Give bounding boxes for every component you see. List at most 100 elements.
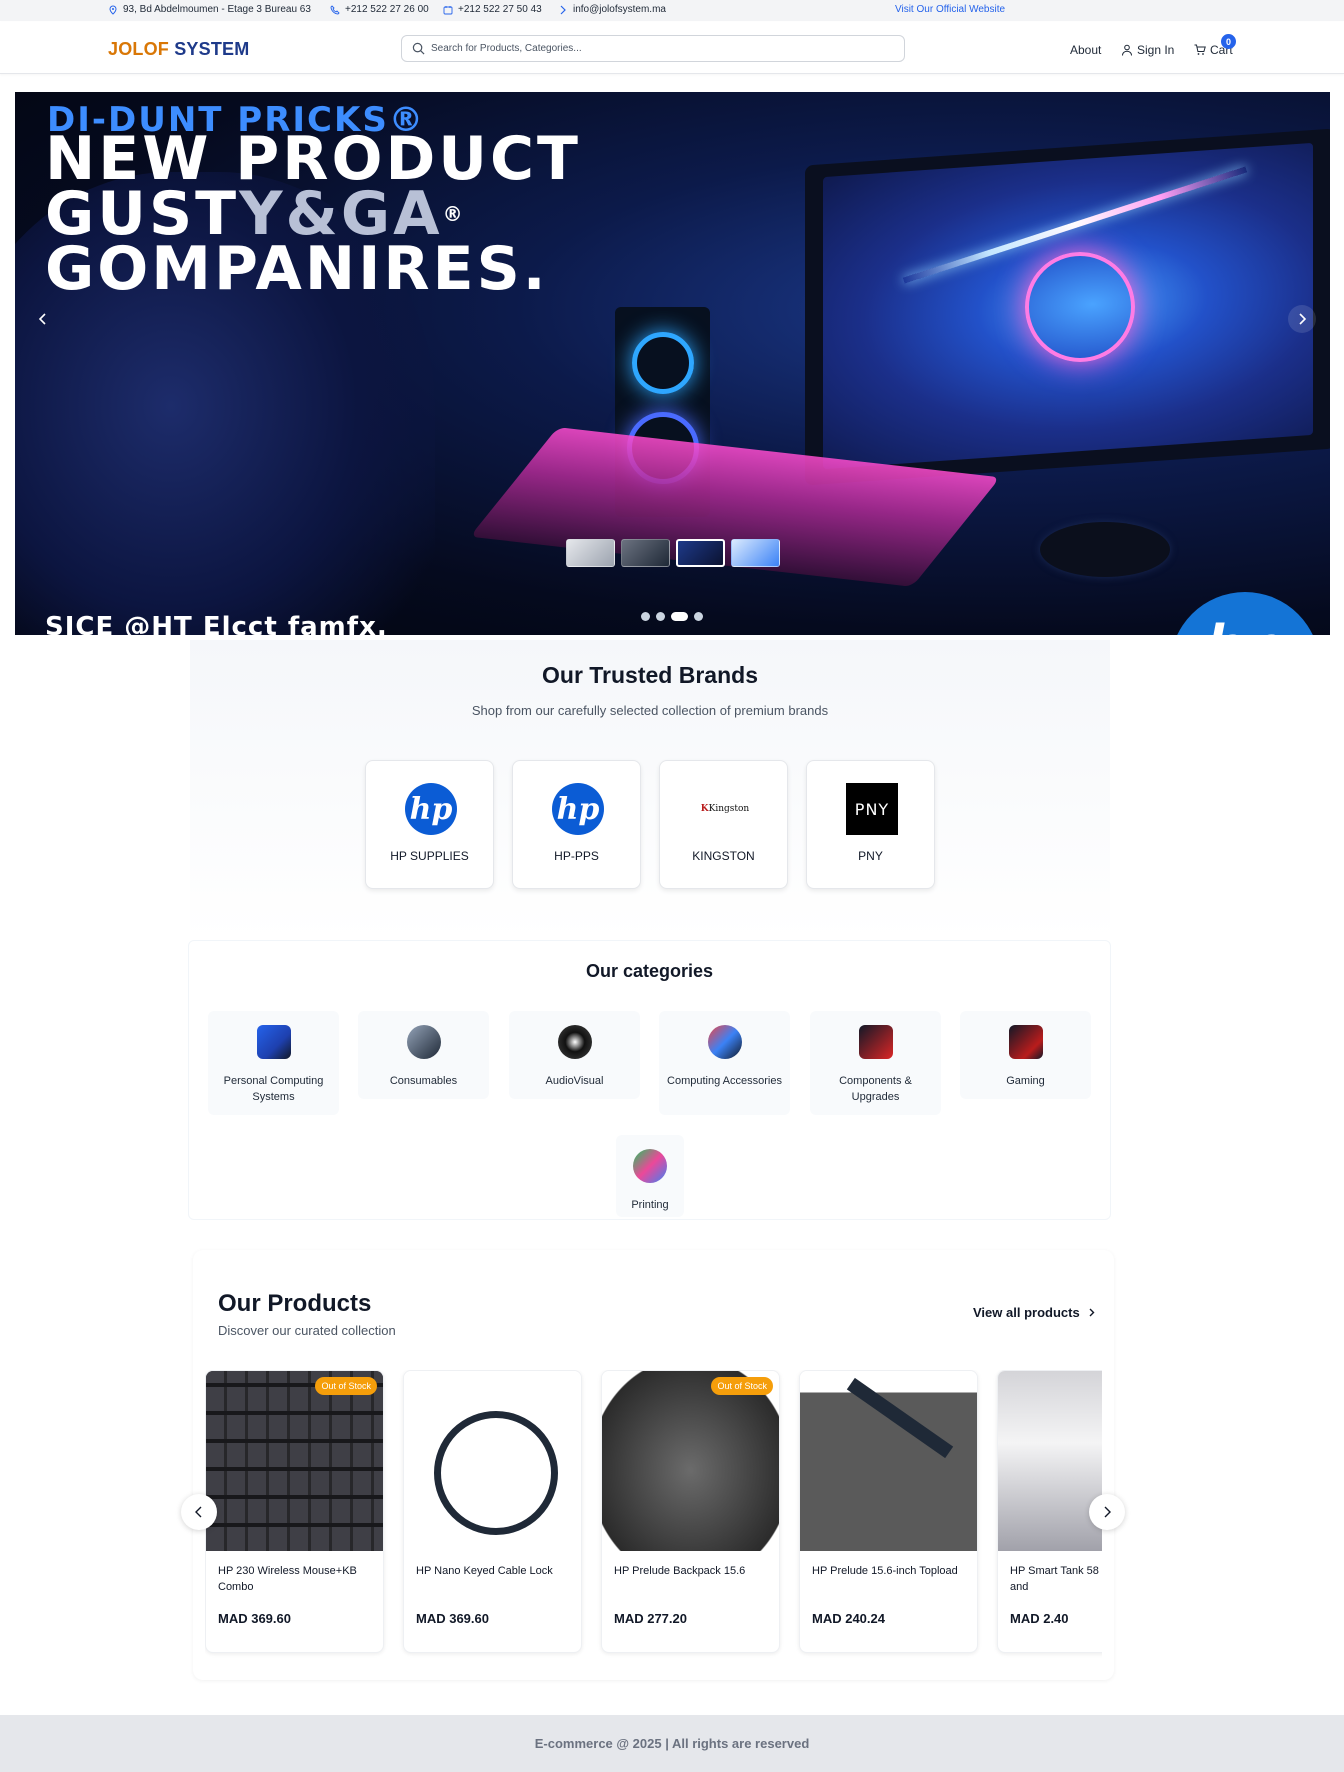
logo-part-2: SYSTEM [174,39,250,59]
hero-thumbnail-4[interactable] [731,539,780,567]
graphics-card-icon [858,1025,893,1059]
chevron-left-icon [38,313,46,325]
desktop-computer-icon [256,1025,291,1059]
search-input[interactable] [431,43,891,54]
main-header: JOLOF SYSTEM About Sign In Cart 0 [0,22,1344,74]
brand-name: HP SUPPLIES [390,849,469,863]
logo-part-1: JOLOF [108,39,170,59]
product-image [404,1371,581,1551]
hero-thumbnail-3[interactable] [676,539,725,567]
address-text: 93, Bd Abdelmoumen - Etage 3 Bureau 63 [123,4,311,15]
fax-icon [443,5,453,15]
categories-section: Our categories Personal Computing System… [188,940,1111,1220]
view-all-label: View all products [973,1305,1080,1320]
hero-hp-logo: hp [1170,592,1320,635]
hp-logo-icon: hp [552,783,604,835]
product-price: MAD 277.20 [614,1611,687,1626]
product-name: HP Prelude Backpack 15.6 [614,1565,746,1577]
product-card[interactable]: HP Smart Tank 58 Printer, Home and MAD 2… [997,1370,1102,1653]
phone-icon [330,4,340,15]
products-prev-button[interactable] [181,1494,217,1530]
phone-info[interactable]: +212 522 27 26 00 [330,4,429,15]
nav-sign-in-link[interactable]: Sign In [1121,43,1174,57]
chevron-left-icon [195,1506,202,1518]
category-label: AudioVisual [545,1075,604,1087]
nav-about-link[interactable]: About [1070,43,1101,57]
product-name: HP 230 Wireless Mouse+KB Combo [218,1565,357,1593]
hero-bottom-text: SICE @HT Elcct famfx. [45,612,388,635]
hero-dot[interactable] [641,612,650,621]
product-card[interactable]: Out of Stock HP 230 Wireless Mouse+KB Co… [205,1370,384,1653]
product-card[interactable]: Out of Stock HP Prelude Backpack 15.6 MA… [601,1370,780,1653]
chevron-right-icon [1089,1308,1095,1317]
sign-in-label: Sign In [1137,43,1175,57]
printer-icon [633,1149,667,1183]
product-image [206,1371,383,1551]
products-section: Our Products Discover our curated collec… [193,1250,1114,1680]
hero-mouse [1040,522,1170,577]
out-of-stock-badge: Out of Stock [711,1377,773,1395]
chevron-right-icon [558,5,568,15]
webcam-icon [557,1025,592,1059]
brand-name: KINGSTON [692,849,755,863]
category-computing-accessories[interactable]: Computing Accessories [659,1011,790,1115]
hero-thumbnails [566,539,780,567]
brand-card-hp-pps[interactable]: hp HP-PPS [512,760,641,889]
category-label: Consumables [389,1075,458,1087]
category-printing[interactable]: Printing [616,1135,684,1217]
brand-card-pny[interactable]: PNY PNY [806,760,935,889]
location-icon [108,4,118,15]
search-box [401,35,905,62]
category-gaming[interactable]: Gaming [960,1011,1091,1099]
hero-thumbnail-1[interactable] [566,539,615,567]
official-website-link[interactable]: Visit Our Official Website [895,4,1005,15]
hero-heading-line-2-c: ® [442,202,466,226]
brand-name: PNY [858,849,883,863]
hero-thumbnail-2[interactable] [621,539,670,567]
pny-logo-icon: PNY [846,783,898,835]
kingston-logo-icon: K Kingston [699,783,751,835]
hero-dot[interactable] [694,612,703,621]
email-text: info@jolofsystem.ma [573,4,666,15]
brand-card-hp-supplies[interactable]: hp HP SUPPLIES [365,760,494,889]
kingston-logo-mark: K [700,804,709,814]
category-label: Gaming [1006,1075,1045,1087]
cart-count-badge: 0 [1221,34,1236,49]
site-logo[interactable]: JOLOF SYSTEM [108,39,249,60]
fax-info[interactable]: +212 522 27 50 43 [443,4,542,15]
category-personal-computing[interactable]: Personal Computing Systems [208,1011,339,1115]
product-name: HP Nano Keyed Cable Lock [416,1565,553,1577]
hero-pagination-dots [641,612,703,621]
hero-heading-line-3: GOMPANIRES. [45,234,549,304]
category-audiovisual[interactable]: AudioVisual [509,1011,640,1099]
product-price: MAD 369.60 [416,1611,489,1626]
email-info[interactable]: info@jolofsystem.ma [558,4,666,15]
brand-name: HP-PPS [554,849,599,863]
view-all-products-link[interactable]: View all products [973,1305,1097,1320]
footer-copyright: E-commerce @ 2025 | All rights are reser… [534,1736,810,1751]
phone1-text: +212 522 27 26 00 [345,4,429,15]
hero-prev-button[interactable] [29,305,57,333]
product-card[interactable]: HP Nano Keyed Cable Lock MAD 369.60 [403,1370,582,1653]
product-price: MAD 2.40 [1010,1611,1069,1626]
hero-dot[interactable] [656,612,665,621]
phone2-text: +212 522 27 50 43 [458,4,542,15]
accessories-icon [707,1025,742,1059]
product-card[interactable]: HP Prelude 15.6-inch Topload MAD 240.24 [799,1370,978,1653]
hero-next-button[interactable] [1288,305,1316,333]
products-next-button[interactable] [1089,1494,1125,1530]
product-image [602,1371,779,1551]
brand-card-kingston[interactable]: K Kingston KINGSTON [659,760,788,889]
categories-title: Our categories [585,961,714,981]
category-components-upgrades[interactable]: Components & Upgrades [810,1011,941,1115]
category-label: Computing Accessories [667,1075,782,1087]
site-footer: E-commerce @ 2025 | All rights are reser… [0,1715,1344,1772]
hero-glow-orb [1025,252,1135,362]
search-icon [412,42,425,55]
category-label: Components & Upgrades [839,1075,912,1103]
hero-dot-active[interactable] [671,612,688,621]
products-subtitle: Discover our curated collection [218,1323,396,1338]
out-of-stock-badge: Out of Stock [315,1377,377,1395]
product-name: HP Prelude 15.6-inch Topload [812,1565,958,1577]
category-consumables[interactable]: Consumables [358,1011,489,1099]
